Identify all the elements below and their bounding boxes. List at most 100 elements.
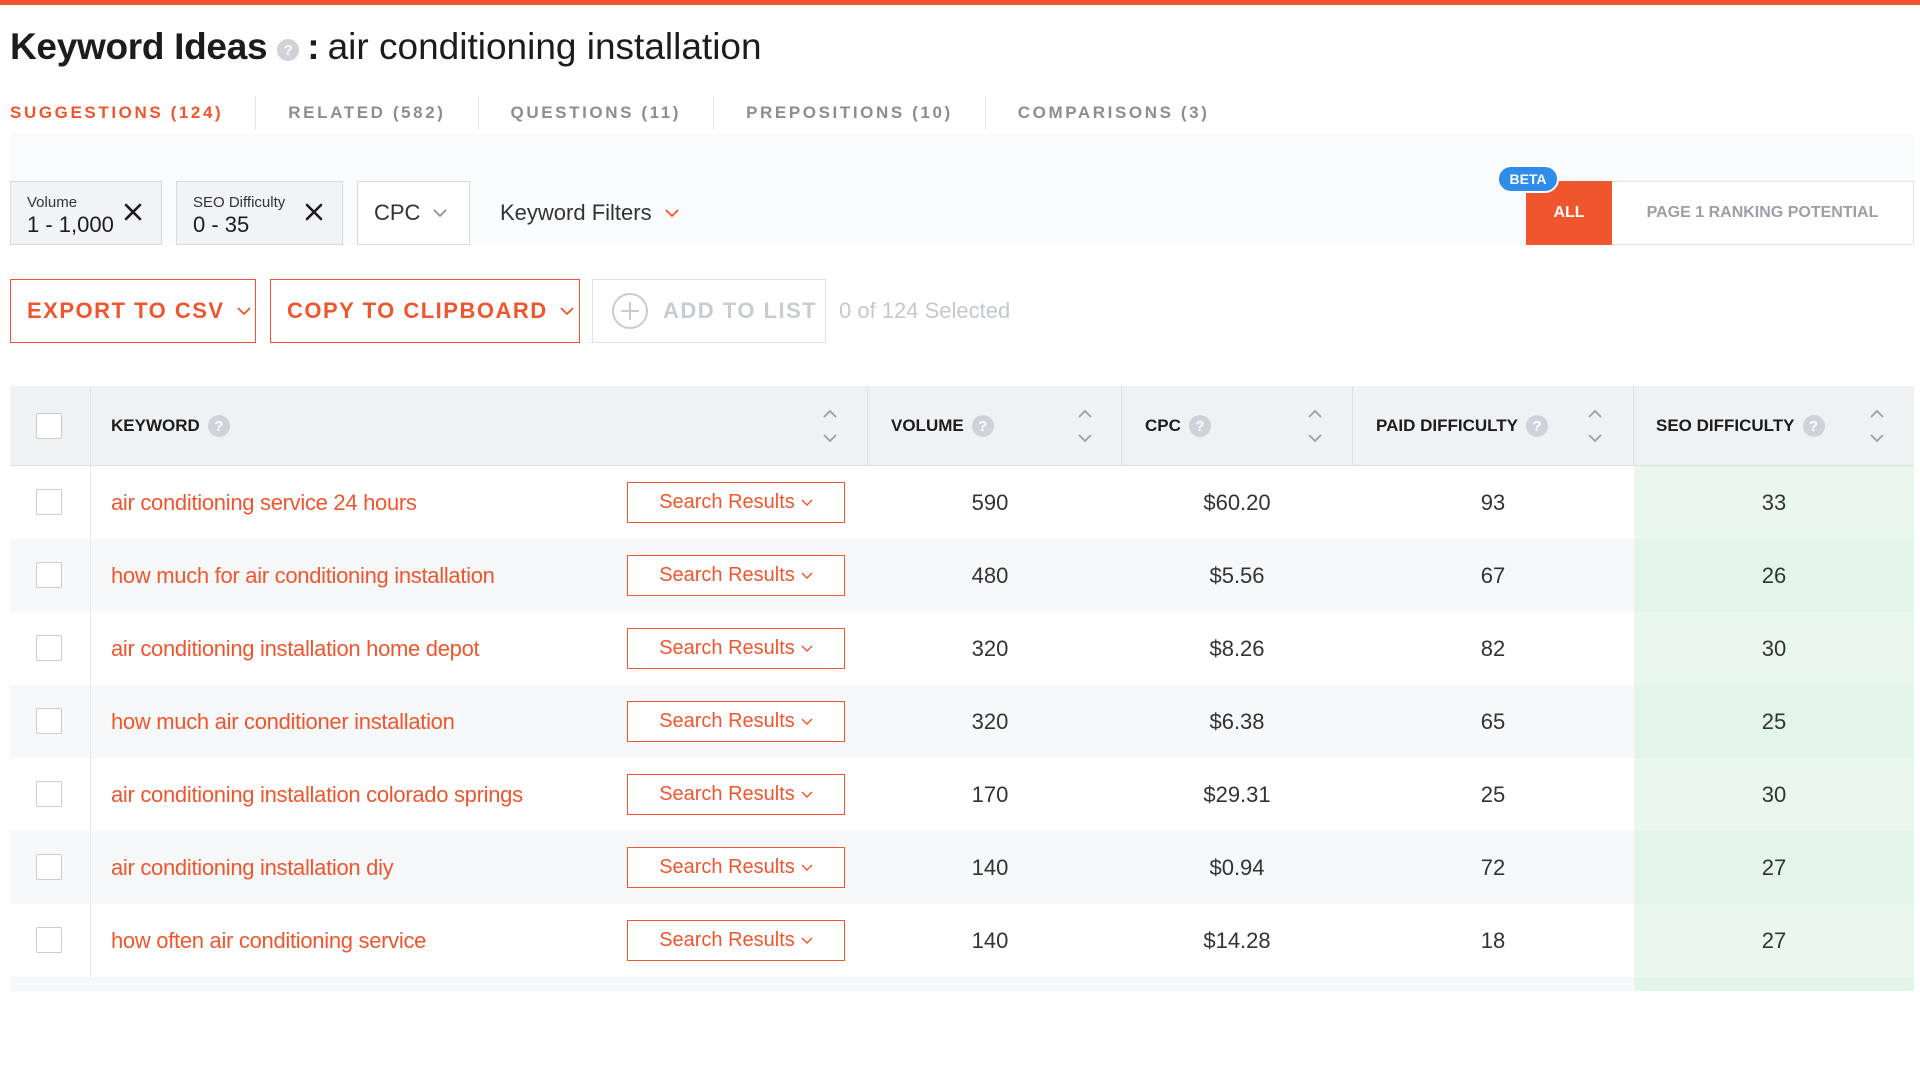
volume-cell: 170 xyxy=(971,781,1009,807)
close-icon[interactable] xyxy=(119,198,147,226)
search-results-button[interactable]: Search Results xyxy=(627,847,845,888)
copy-clipboard-button[interactable]: COPY TO CLIPBOARD xyxy=(270,279,580,343)
seo-difficulty-cell: 25 xyxy=(1761,708,1787,734)
copy-clipboard-label: COPY TO CLIPBOARD xyxy=(287,298,548,323)
row-checkbox[interactable] xyxy=(36,927,62,953)
chevron-down-icon xyxy=(801,572,813,579)
search-results-button[interactable]: Search Results xyxy=(627,774,845,815)
sort-icon[interactable] xyxy=(1587,406,1603,446)
sort-icon[interactable] xyxy=(1869,406,1885,446)
table-row: how much air conditioner installation Se… xyxy=(10,685,1914,758)
sort-icon[interactable] xyxy=(1307,406,1323,446)
sort-icon[interactable] xyxy=(1077,406,1093,446)
tab-suggestions[interactable]: SUGGESTIONS (124) xyxy=(0,96,255,130)
tab-comparisons[interactable]: COMPARISONS (3) xyxy=(984,96,1242,130)
search-results-button[interactable]: Search Results xyxy=(627,701,845,742)
header-paid-difficulty: PAID DIFFICULTY ? xyxy=(1376,386,1548,466)
table-header: KEYWORD ? VOLUME ? CPC ? PAID DIFFICULTY… xyxy=(10,386,1914,466)
page-title: Keyword Ideas ? : air conditioning insta… xyxy=(10,22,762,72)
header-seo-difficulty: SEO DIFFICULTY ? xyxy=(1656,386,1825,466)
cpc-cell: $29.31 xyxy=(1203,781,1271,807)
tab-prepositions[interactable]: PREPOSITIONS (10) xyxy=(713,96,985,130)
cpc-cell: $14.28 xyxy=(1203,927,1271,953)
header-keyword: KEYWORD ? xyxy=(111,386,230,466)
seo-difficulty-cell: 27 xyxy=(1761,854,1787,880)
top-accent-bar xyxy=(0,0,1920,5)
keyword-tabs: SUGGESTIONS (124) RELATED (582) QUESTION… xyxy=(0,96,1241,130)
keyword-filters-dropdown[interactable]: Keyword Filters xyxy=(500,181,680,245)
volume-cell: 140 xyxy=(971,927,1009,953)
keyword-link[interactable]: air conditioning installation colorado s… xyxy=(111,758,523,831)
title-separator: : xyxy=(307,26,320,67)
volume-cell: 320 xyxy=(971,708,1009,734)
select-all-checkbox[interactable] xyxy=(36,413,62,439)
row-checkbox[interactable] xyxy=(36,635,62,661)
sort-icon[interactable] xyxy=(822,406,838,446)
segment-ranking-potential-button[interactable]: PAGE 1 RANKING POTENTIAL xyxy=(1612,181,1914,245)
seo-difficulty-cell: 30 xyxy=(1761,781,1787,807)
keyword-filters-label: Keyword Filters xyxy=(500,200,652,225)
chevron-down-icon xyxy=(801,937,813,944)
search-results-button[interactable]: Search Results xyxy=(627,920,845,961)
row-checkbox[interactable] xyxy=(36,562,62,588)
search-results-label: Search Results xyxy=(659,856,795,878)
plus-circle-icon xyxy=(612,293,648,329)
row-checkbox[interactable] xyxy=(36,489,62,515)
seo-difficulty-cell: 26 xyxy=(1761,562,1787,588)
search-results-button[interactable]: Search Results xyxy=(627,482,845,523)
volume-filter-chip[interactable]: Volume 1 - 1,000 xyxy=(10,181,162,245)
header-cpc-label: CPC xyxy=(1145,416,1181,435)
header-volume: VOLUME ? xyxy=(891,386,994,466)
cpc-cell: $8.26 xyxy=(1209,635,1265,661)
keyword-link[interactable]: how much air conditioner installation xyxy=(111,685,455,758)
help-icon[interactable]: ? xyxy=(1525,415,1548,437)
cpc-cell: $5.56 xyxy=(1209,562,1265,588)
chevron-down-icon xyxy=(433,209,448,218)
search-results-label: Search Results xyxy=(659,929,795,951)
page-title-main: Keyword Ideas xyxy=(10,26,268,67)
keyword-link[interactable]: how much for air conditioning installati… xyxy=(111,539,495,612)
tab-questions[interactable]: QUESTIONS (11) xyxy=(477,96,714,130)
chevron-down-icon xyxy=(801,645,813,652)
search-results-button[interactable]: Search Results xyxy=(627,628,845,669)
add-to-list-button[interactable]: ADD TO LIST xyxy=(592,279,826,343)
chevron-down-icon xyxy=(664,209,679,218)
row-checkbox[interactable] xyxy=(36,708,62,734)
seo-difficulty-filter-chip[interactable]: SEO Difficulty 0 - 35 xyxy=(176,181,343,245)
help-icon[interactable]: ? xyxy=(207,415,230,437)
export-csv-button[interactable]: EXPORT TO CSV xyxy=(10,279,256,343)
help-icon[interactable]: ? xyxy=(1802,415,1825,437)
keyword-table: KEYWORD ? VOLUME ? CPC ? PAID DIFFICULTY… xyxy=(10,386,1914,991)
chevron-down-icon xyxy=(236,306,251,315)
paid-difficulty-cell: 72 xyxy=(1480,854,1506,880)
table-row: how often air conditioning service Searc… xyxy=(10,904,1914,977)
help-icon[interactable]: ? xyxy=(971,415,994,437)
search-results-button[interactable]: Search Results xyxy=(627,555,845,596)
row-checkbox[interactable] xyxy=(36,854,62,880)
chevron-down-icon xyxy=(801,791,813,798)
seo-difficulty-filter-value: 0 - 35 xyxy=(193,212,250,237)
close-icon[interactable] xyxy=(300,198,328,226)
help-icon[interactable]: ? xyxy=(1188,415,1211,437)
keyword-link[interactable]: air conditioning installation diy xyxy=(111,831,394,904)
table-row: air conditioning installation home depot… xyxy=(10,612,1914,685)
help-icon[interactable]: ? xyxy=(277,39,300,61)
search-results-label: Search Results xyxy=(659,491,795,513)
keyword-link[interactable]: air conditioning service 24 hours xyxy=(111,466,417,539)
cpc-filter-dropdown[interactable]: CPC xyxy=(357,181,470,245)
header-paid-difficulty-label: PAID DIFFICULTY xyxy=(1376,416,1518,435)
cpc-cell: $0.94 xyxy=(1209,854,1265,880)
header-seo-difficulty-label: SEO DIFFICULTY xyxy=(1656,416,1795,435)
row-checkbox[interactable] xyxy=(36,781,62,807)
seo-difficulty-cell: 33 xyxy=(1761,489,1787,515)
keyword-link[interactable]: air conditioning installation home depot xyxy=(111,612,480,685)
chevron-down-icon xyxy=(801,499,813,506)
cpc-filter-label: CPC xyxy=(374,200,421,225)
header-volume-label: VOLUME xyxy=(891,416,964,435)
keyword-link[interactable]: how often air conditioning service xyxy=(111,904,426,977)
table-row: air conditioning installation colorado s… xyxy=(10,758,1914,831)
tab-related[interactable]: RELATED (582) xyxy=(255,96,477,130)
volume-filter-label: Volume xyxy=(27,194,78,211)
volume-cell: 140 xyxy=(971,854,1009,880)
search-results-label: Search Results xyxy=(659,637,795,659)
